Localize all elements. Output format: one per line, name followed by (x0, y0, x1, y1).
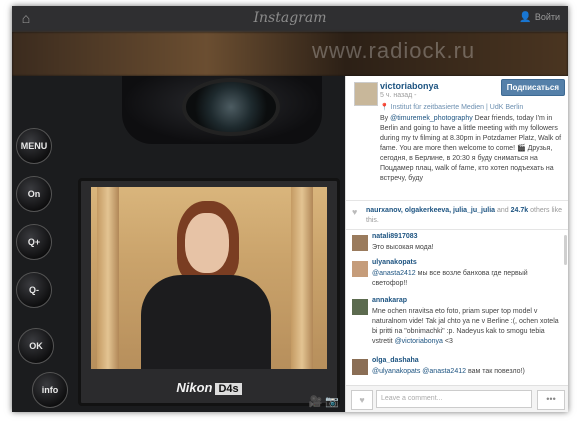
watermark: www.radiock.ru (312, 38, 476, 63)
post-time[interactable]: 5 ч. назад - (380, 92, 417, 99)
pillar-right (291, 187, 313, 369)
comment-mention[interactable]: @anasta2412 (372, 270, 416, 277)
comment-avatar[interactable] (352, 299, 368, 315)
pillar-left (97, 187, 119, 369)
camera-info-button: info (32, 372, 68, 408)
instagram-topbar: ⌂ Instagram 👤 Войти (12, 6, 568, 32)
comment-composer: ♥ Leave a comment... ••• (346, 385, 568, 412)
camera-menu-button: MENU (16, 128, 52, 164)
like-button[interactable]: ♥ (351, 390, 373, 410)
comment-item: olga_dashaha @ulyanakopats @anasta2412 в… (352, 357, 552, 381)
caption-text: Dear friends, today I'm in Berlin and go… (380, 115, 562, 182)
comment-text: @ulyanakopats @anasta2412 вам так повезл… (372, 367, 560, 377)
caption-mention[interactable]: @timuremek_photography (390, 115, 473, 122)
location-label: Institut für zeitbasierte Medien | UdK B… (390, 104, 524, 111)
comment-suffix: <3 (442, 338, 453, 345)
likes-row: ♥ naurxanov, olgakerkeeva, julia_ju_juli… (346, 200, 568, 230)
video-camera-icon: 🎥 📷 (308, 396, 339, 408)
login-link[interactable]: 👤 Войти (519, 12, 560, 23)
comment-username[interactable]: natali8917083 (372, 233, 418, 240)
post-photo[interactable]: ➤ MENU On Q+ Q- OK info NikonD4s 🎥 📷 (12, 76, 345, 412)
camera-lcd-screen: Nikon D4s (78, 178, 340, 406)
instagram-logo[interactable]: Instagram (12, 10, 568, 26)
more-options-button[interactable]: ••• (537, 390, 565, 410)
comment-avatar[interactable] (352, 261, 368, 277)
camera-zoom-out-button: Q- (16, 272, 52, 308)
comment-avatar[interactable] (352, 235, 368, 251)
model-name: D4s (215, 383, 242, 395)
camera-viewfinder (122, 76, 322, 144)
comment-body: вам так повезло!) (466, 368, 525, 375)
heart-icon: ♥ (352, 207, 358, 217)
post-username[interactable]: victoriabonya (380, 81, 439, 91)
comment-item: annakarap Mne ochen nravitsa eto foto, p… (352, 297, 559, 349)
comment-input[interactable]: Leave a comment... (376, 390, 532, 408)
avatar[interactable] (354, 82, 378, 106)
lcd-portrait (91, 187, 327, 369)
caption-prefix: By (380, 115, 391, 122)
camera-zoom-in-button: Q+ (16, 224, 52, 260)
likes-text: naurxanov, olgakerkeeva, julia_ju_julia … (366, 206, 564, 226)
comments-scrollbar[interactable] (564, 235, 567, 265)
comment-username[interactable]: ulyanakopats (372, 259, 417, 266)
login-label: Войти (534, 12, 560, 22)
post-header: victoriabonya Подписаться 5 ч. назад - (346, 76, 568, 106)
browser-frame: ⌂ Instagram 👤Войти www.radiock.ru ➤ MENU… (12, 6, 568, 412)
portrait-coat (141, 275, 271, 369)
comment-text: Mne ochen nravitsa eto foto, priam super… (372, 307, 560, 347)
user-icon: 👤 (519, 12, 532, 23)
comments-list[interactable]: natali8917083 Это высокая мода! ulyanako… (346, 229, 568, 383)
comment-avatar[interactable] (352, 359, 368, 375)
follow-button[interactable]: Подписаться (500, 79, 565, 96)
camera-key-button: On (16, 176, 52, 212)
background-blur (12, 32, 568, 76)
comment-text: Это высокая мода! (372, 244, 434, 251)
comment-item: natali8917083 Это высокая мода! (352, 233, 552, 255)
likes-count[interactable]: 24.7k (511, 207, 529, 214)
comment-mention[interactable]: @victoriabonya (395, 338, 443, 345)
viewfinder-eyepiece (182, 78, 280, 136)
brand-name: Nikon (176, 380, 213, 395)
likes-and: and (495, 207, 511, 214)
comment-username[interactable]: annakarap (372, 297, 407, 304)
comment-item: ulyanakopats @anasta2412 мы все возле ба… (352, 259, 552, 291)
camera-ok-button: OK (18, 328, 54, 364)
post-caption: By @timuremek_photography Dear friends, … (380, 114, 562, 197)
comment-mention[interactable]: @ulyanakopats @anasta2412 (372, 368, 466, 375)
comment-text: @anasta2412 мы все возле банхова где пер… (372, 269, 560, 289)
camera-brand: Nikon D4s (81, 380, 337, 395)
post-sidebar: victoriabonya Подписаться 5 ч. назад - 📍… (345, 76, 568, 412)
comment-username[interactable]: olga_dashaha (372, 357, 419, 364)
location-link[interactable]: 📍 Institut für zeitbasierte Medien | UdK… (380, 103, 523, 111)
likes-names[interactable]: naurxanov, olgakerkeeva, julia_ju_julia (366, 207, 495, 214)
portrait-face (185, 213, 229, 273)
